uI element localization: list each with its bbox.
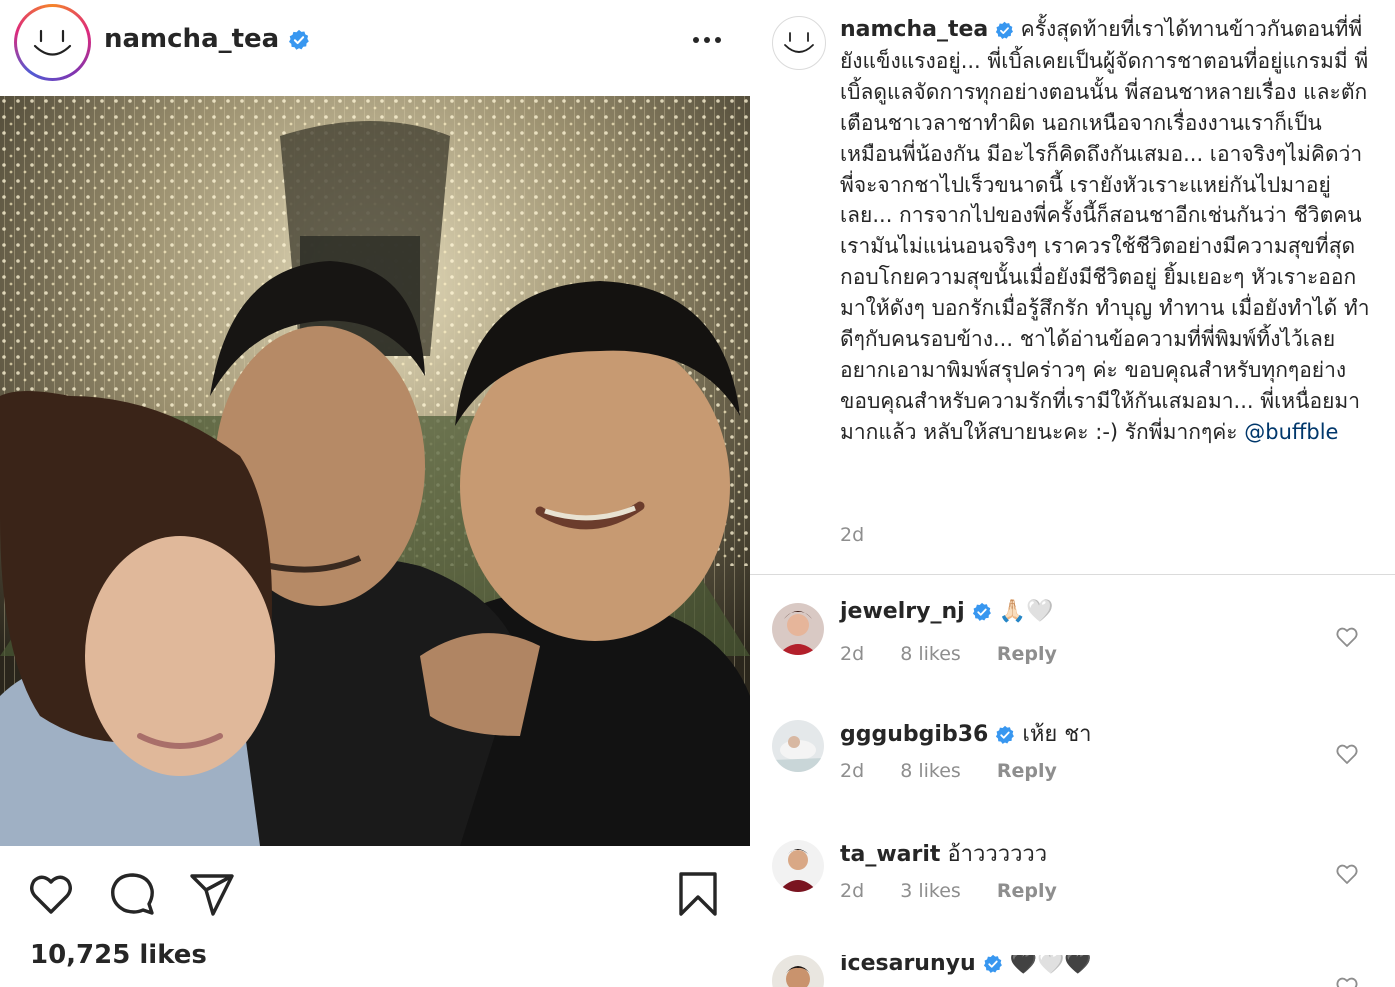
comment-text: อ้าวววววว	[947, 842, 1048, 867]
comment-likes[interactable]: 3 likes	[900, 880, 961, 902]
header-username[interactable]: namcha_tea	[104, 24, 310, 54]
caption-time: 2d	[840, 524, 865, 546]
verified-icon	[995, 21, 1013, 39]
post-panel: namcha_tea 10,725 likes	[0, 0, 750, 987]
reply-button[interactable]: Reply	[997, 760, 1057, 782]
more-icon[interactable]	[690, 30, 724, 50]
reply-button[interactable]: Reply	[997, 643, 1057, 665]
comment-likes[interactable]: 8 likes	[900, 643, 961, 665]
comment-username[interactable]: ta_warit	[840, 842, 940, 867]
divider	[750, 574, 1395, 575]
reply-button[interactable]: Reply	[997, 880, 1057, 902]
comment-item: jewelry_nj 🙏🏻🤍 2d 8 likes Reply	[750, 599, 1395, 713]
heart-icon[interactable]	[27, 870, 75, 918]
verified-icon	[983, 955, 1002, 973]
comment-line: jewelry_nj 🙏🏻🤍	[840, 599, 1053, 624]
comments-panel: namcha_tea ครั้งสุดท้ายที่เราได้ทานข้าวก…	[750, 0, 1395, 987]
small-heart-icon[interactable]	[1335, 742, 1359, 766]
post-actions: 10,725 likes	[0, 846, 750, 987]
comment-icon[interactable]	[108, 870, 156, 918]
comment-username[interactable]: jewelry_nj	[840, 599, 965, 624]
likes-count[interactable]: 10,725 likes	[30, 940, 207, 970]
comment-avatar[interactable]	[772, 603, 824, 655]
caption-mention[interactable]: @buffble	[1244, 420, 1338, 444]
comment-time: 2d	[840, 880, 865, 902]
comment-line: icesarunyu 🖤🤍🖤	[840, 955, 1092, 976]
small-heart-icon[interactable]	[1335, 625, 1359, 649]
comment-line: ta_warit อ้าวววววว	[840, 836, 1047, 871]
comment-avatar[interactable]	[772, 720, 824, 772]
caption-text: ครั้งสุดท้ายที่เราได้ทานข้าวกันตอนที่พี่…	[840, 17, 1370, 444]
comment-time: 2d	[840, 760, 865, 782]
comment-avatar[interactable]	[772, 840, 824, 892]
comment-item: ta_warit อ้าวววววว 2d 3 likes Reply	[750, 840, 1395, 950]
bookmark-icon[interactable]	[674, 870, 722, 918]
share-icon[interactable]	[188, 870, 236, 918]
comment-text: 🙏🏻🤍	[998, 599, 1054, 624]
small-heart-icon[interactable]	[1335, 975, 1359, 987]
comment-username[interactable]: gggubgib36	[840, 722, 988, 747]
header-username-text[interactable]: namcha_tea	[104, 24, 279, 54]
verified-icon	[996, 725, 1015, 744]
comment-meta: 2d 8 likes Reply	[840, 760, 1087, 782]
comment-avatar[interactable]	[772, 955, 824, 987]
profile-avatar[interactable]	[14, 4, 91, 81]
small-heart-icon[interactable]	[1335, 862, 1359, 886]
caption-username[interactable]: namcha_tea	[840, 17, 988, 42]
comment-username[interactable]: icesarunyu	[840, 955, 976, 976]
comment-item: gggubgib36 เห้ย ชา 2d 8 likes Reply	[750, 720, 1395, 830]
comment-text: 🖤🤍🖤	[1009, 955, 1092, 976]
caption-avatar[interactable]	[772, 16, 826, 70]
post-header: namcha_tea	[0, 0, 750, 92]
comment-line: gggubgib36 เห้ย ชา	[840, 716, 1092, 751]
post-photo[interactable]	[0, 96, 750, 846]
comment-likes[interactable]: 8 likes	[900, 760, 961, 782]
comment-meta: 2d 3 likes Reply	[840, 880, 1087, 902]
caption: namcha_tea ครั้งสุดท้ายที่เราได้ทานข้าวก…	[840, 14, 1375, 448]
comment-meta: 2d 8 likes Reply	[840, 643, 1087, 665]
comment-item: icesarunyu 🖤🤍🖤	[750, 955, 1395, 987]
selfie-photo-illustration	[0, 96, 750, 846]
verified-icon	[289, 29, 310, 50]
smiley-avatar-icon	[21, 11, 84, 74]
comment-time: 2d	[840, 643, 865, 665]
comment-text: เห้ย ชา	[1022, 722, 1092, 747]
verified-icon	[972, 602, 991, 621]
